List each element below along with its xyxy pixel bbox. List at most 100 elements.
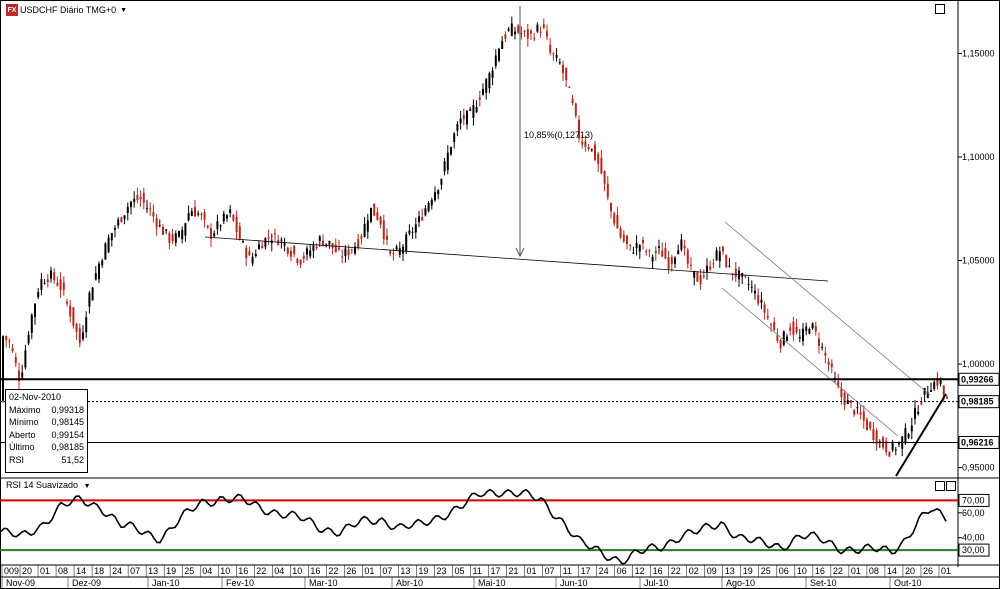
candle (456, 121, 459, 137)
candle-body (104, 243, 107, 260)
candle-body (827, 361, 830, 365)
usdchf-chart[interactable]: 1,15000 1,10000 1,05000 1,00000 0,95000 10,85… (0, 0, 1000, 589)
candle-body (450, 147, 452, 155)
candle-body (808, 328, 811, 334)
candle (69, 299, 72, 323)
ohlc-info-box: 02-Nov-2010 Máximo 0,99318 Mínimo 0,98145 … (5, 389, 88, 473)
candle-body (571, 98, 574, 104)
candle (66, 298, 68, 307)
x-minor-label: 05 (454, 566, 464, 576)
candle (360, 234, 363, 245)
candle (194, 199, 196, 217)
candle (133, 191, 136, 208)
candle (245, 245, 248, 267)
candle-body (178, 231, 180, 237)
candle-body (469, 109, 472, 111)
candle (405, 231, 408, 255)
candle-body (462, 114, 465, 120)
candle (226, 214, 228, 222)
x-minor-label: 19 (743, 566, 753, 576)
channel-lower-line (721, 287, 899, 437)
candle-body (552, 53, 555, 55)
candle (110, 232, 113, 247)
candle-body (555, 54, 558, 59)
candle-body (126, 206, 129, 214)
candle (277, 235, 280, 246)
candle-body (747, 284, 750, 286)
candle (610, 202, 612, 219)
candle (373, 203, 376, 216)
candle-body (501, 41, 504, 50)
candle-body (162, 226, 164, 235)
y-tick-label: 1,00000 (962, 359, 995, 369)
candle-body (866, 419, 868, 430)
candle-body (750, 286, 753, 288)
candle-body (411, 231, 414, 233)
candle-body (744, 275, 747, 277)
candle (594, 140, 596, 162)
candle (338, 239, 340, 252)
candle-body (946, 397, 948, 399)
candle (85, 311, 88, 338)
candle (187, 205, 190, 222)
candle (555, 48, 558, 62)
x-minor-label: 009 (4, 566, 19, 576)
candle-body (773, 322, 776, 331)
candle-body (382, 220, 385, 240)
candle (386, 228, 388, 246)
candle-body (814, 326, 817, 332)
candle (27, 331, 30, 346)
x-major-label: Jul-10 (644, 578, 669, 588)
candle-body (613, 213, 616, 224)
candle-body (430, 199, 433, 206)
candle-body (414, 224, 417, 233)
x-major-label: Fev-10 (226, 578, 254, 588)
candle (498, 47, 500, 63)
candle (168, 231, 171, 250)
candle (312, 241, 315, 258)
candle (862, 405, 865, 429)
candle (597, 151, 600, 173)
candle (750, 280, 753, 293)
candle-body (30, 314, 33, 333)
candle-body (603, 170, 606, 184)
candle-body (88, 292, 91, 307)
x-minor-label: 16 (815, 566, 825, 576)
candle (283, 237, 286, 252)
candle (590, 148, 593, 152)
x-minor-label: 06 (617, 566, 627, 576)
candle (478, 90, 481, 107)
candle-body (46, 279, 49, 283)
candle (30, 313, 33, 340)
candle (139, 190, 142, 207)
candle-body (290, 250, 292, 257)
measure-annotation: 10,85%(0,12713) (524, 130, 593, 140)
candle-body (869, 422, 872, 429)
y-tick-label: 1,10000 (962, 152, 995, 162)
candle (600, 150, 603, 175)
candle-body (507, 28, 510, 31)
support-trendline (895, 393, 947, 477)
candle-body (402, 246, 404, 254)
candle-body (632, 252, 635, 254)
candle-body (424, 208, 427, 216)
candle-body (110, 232, 113, 241)
x-minor-label: 01 (851, 566, 861, 576)
candle-body (680, 239, 683, 250)
candle-body (651, 256, 654, 262)
candle (526, 23, 529, 47)
candle (206, 224, 209, 230)
candle (203, 209, 206, 228)
candle (754, 284, 756, 300)
x-major-label: Mai-10 (478, 578, 506, 588)
candle-body (642, 240, 644, 244)
candle (645, 249, 648, 256)
candle-body (184, 223, 187, 236)
candle-body (82, 332, 84, 340)
candle (421, 208, 424, 222)
x-minor-label: 02 (689, 566, 699, 576)
candle (466, 110, 468, 130)
x-minor-label: 16 (653, 566, 663, 576)
candle-body (302, 255, 305, 259)
candle (40, 272, 43, 296)
